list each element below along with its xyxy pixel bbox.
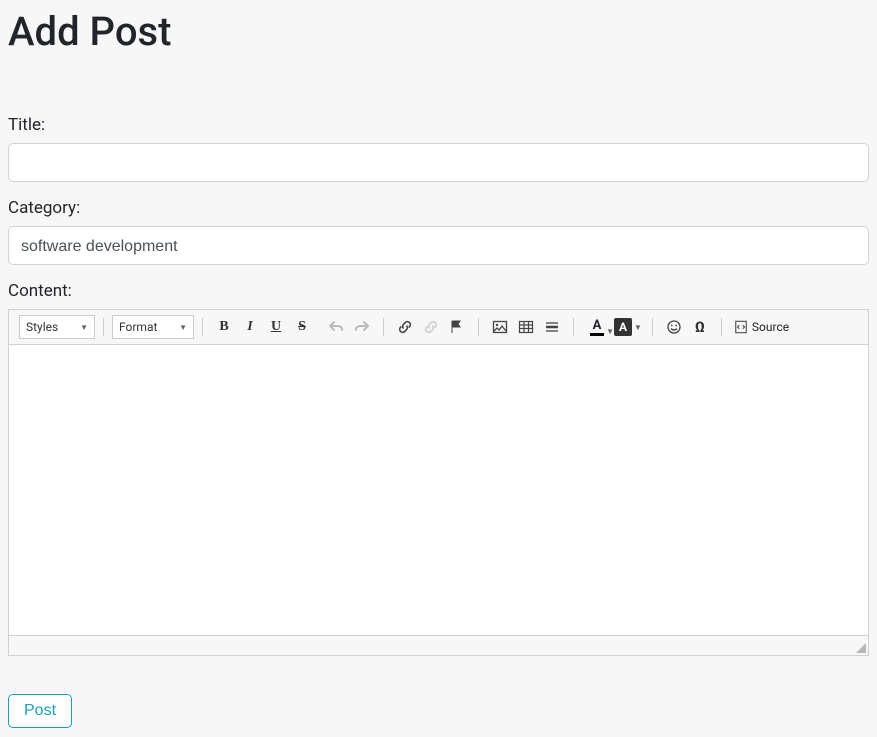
chevron-down-icon: ▼ (606, 327, 614, 336)
chevron-down-icon: ▼ (179, 323, 187, 332)
table-button[interactable] (513, 314, 539, 340)
format-dropdown[interactable]: Format ▼ (112, 315, 194, 339)
undo-icon (328, 319, 344, 335)
styles-dropdown[interactable]: Styles ▼ (19, 315, 95, 339)
table-icon (518, 319, 534, 335)
redo-icon (354, 319, 370, 335)
chevron-down-icon: ▼ (80, 323, 88, 332)
unlink-button[interactable] (418, 314, 444, 340)
post-button[interactable]: Post (8, 694, 72, 728)
source-button[interactable]: Source (730, 314, 793, 340)
content-group: Content: Styles ▼ Format ▼ B I U (8, 281, 869, 656)
editor-footer (9, 635, 868, 655)
category-group: Category: software development (8, 198, 869, 265)
underline-button[interactable]: U (263, 314, 289, 340)
separator (383, 318, 384, 336)
format-dropdown-label: Format (119, 320, 157, 334)
category-select[interactable]: software development (8, 226, 869, 265)
background-color-icon: A (614, 318, 632, 336)
category-label: Category: (8, 198, 869, 218)
redo-button[interactable] (349, 314, 375, 340)
anchor-button[interactable] (444, 314, 470, 340)
separator (721, 318, 722, 336)
source-button-label: Source (752, 320, 789, 334)
styles-dropdown-label: Styles (26, 320, 58, 334)
smiley-icon (666, 319, 682, 335)
background-color-button[interactable]: A ▼ (612, 316, 644, 338)
separator (202, 318, 203, 336)
image-button[interactable] (487, 314, 513, 340)
text-color-button[interactable]: A ▼ (582, 314, 612, 340)
bold-button[interactable]: B (211, 314, 237, 340)
title-input[interactable] (8, 143, 869, 182)
source-icon (734, 320, 748, 334)
page-title: Add Post (8, 8, 869, 55)
title-group: Title: (8, 115, 869, 182)
separator (652, 318, 653, 336)
content-editor[interactable] (9, 345, 868, 635)
rich-text-editor: Styles ▼ Format ▼ B I U S (8, 309, 869, 656)
link-icon (397, 319, 413, 335)
smiley-button[interactable] (661, 314, 687, 340)
title-label: Title: (8, 115, 869, 135)
undo-button[interactable] (323, 314, 349, 340)
special-char-button[interactable]: Ω (687, 314, 713, 340)
link-button[interactable] (392, 314, 418, 340)
italic-button[interactable]: I (237, 314, 263, 340)
separator (478, 318, 479, 336)
editor-toolbar: Styles ▼ Format ▼ B I U S (9, 310, 868, 345)
flag-icon (449, 319, 465, 335)
chevron-down-icon: ▼ (634, 323, 642, 332)
strikethrough-button[interactable]: S (289, 314, 315, 340)
text-color-icon: A (593, 319, 602, 332)
separator (573, 318, 574, 336)
resize-handle[interactable] (854, 641, 866, 653)
content-label: Content: (8, 281, 869, 301)
unlink-icon (423, 319, 439, 335)
horizontal-rule-icon (544, 319, 560, 335)
image-icon (492, 319, 508, 335)
horizontal-rule-button[interactable] (539, 314, 565, 340)
separator (103, 318, 104, 336)
